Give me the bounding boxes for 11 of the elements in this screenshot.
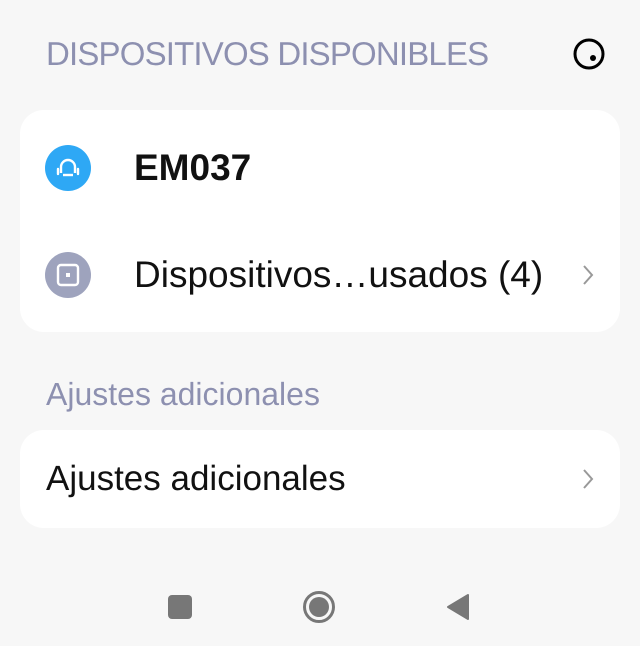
device-row[interactable]: EM037 xyxy=(20,114,620,221)
loading-icon xyxy=(572,37,606,71)
headset-icon xyxy=(45,144,91,190)
section-header: DISPOSITIVOS DISPONIBLES xyxy=(46,34,488,74)
recents-icon[interactable] xyxy=(168,595,192,619)
section-header: Ajustes adicionales xyxy=(46,375,320,414)
device-row[interactable]: Dispositivos…usados (4) xyxy=(20,221,620,328)
settings-row[interactable]: Ajustes adicionales xyxy=(20,430,620,528)
home-icon[interactable] xyxy=(302,590,336,624)
back-icon[interactable] xyxy=(446,593,470,621)
device-icon xyxy=(45,252,91,298)
